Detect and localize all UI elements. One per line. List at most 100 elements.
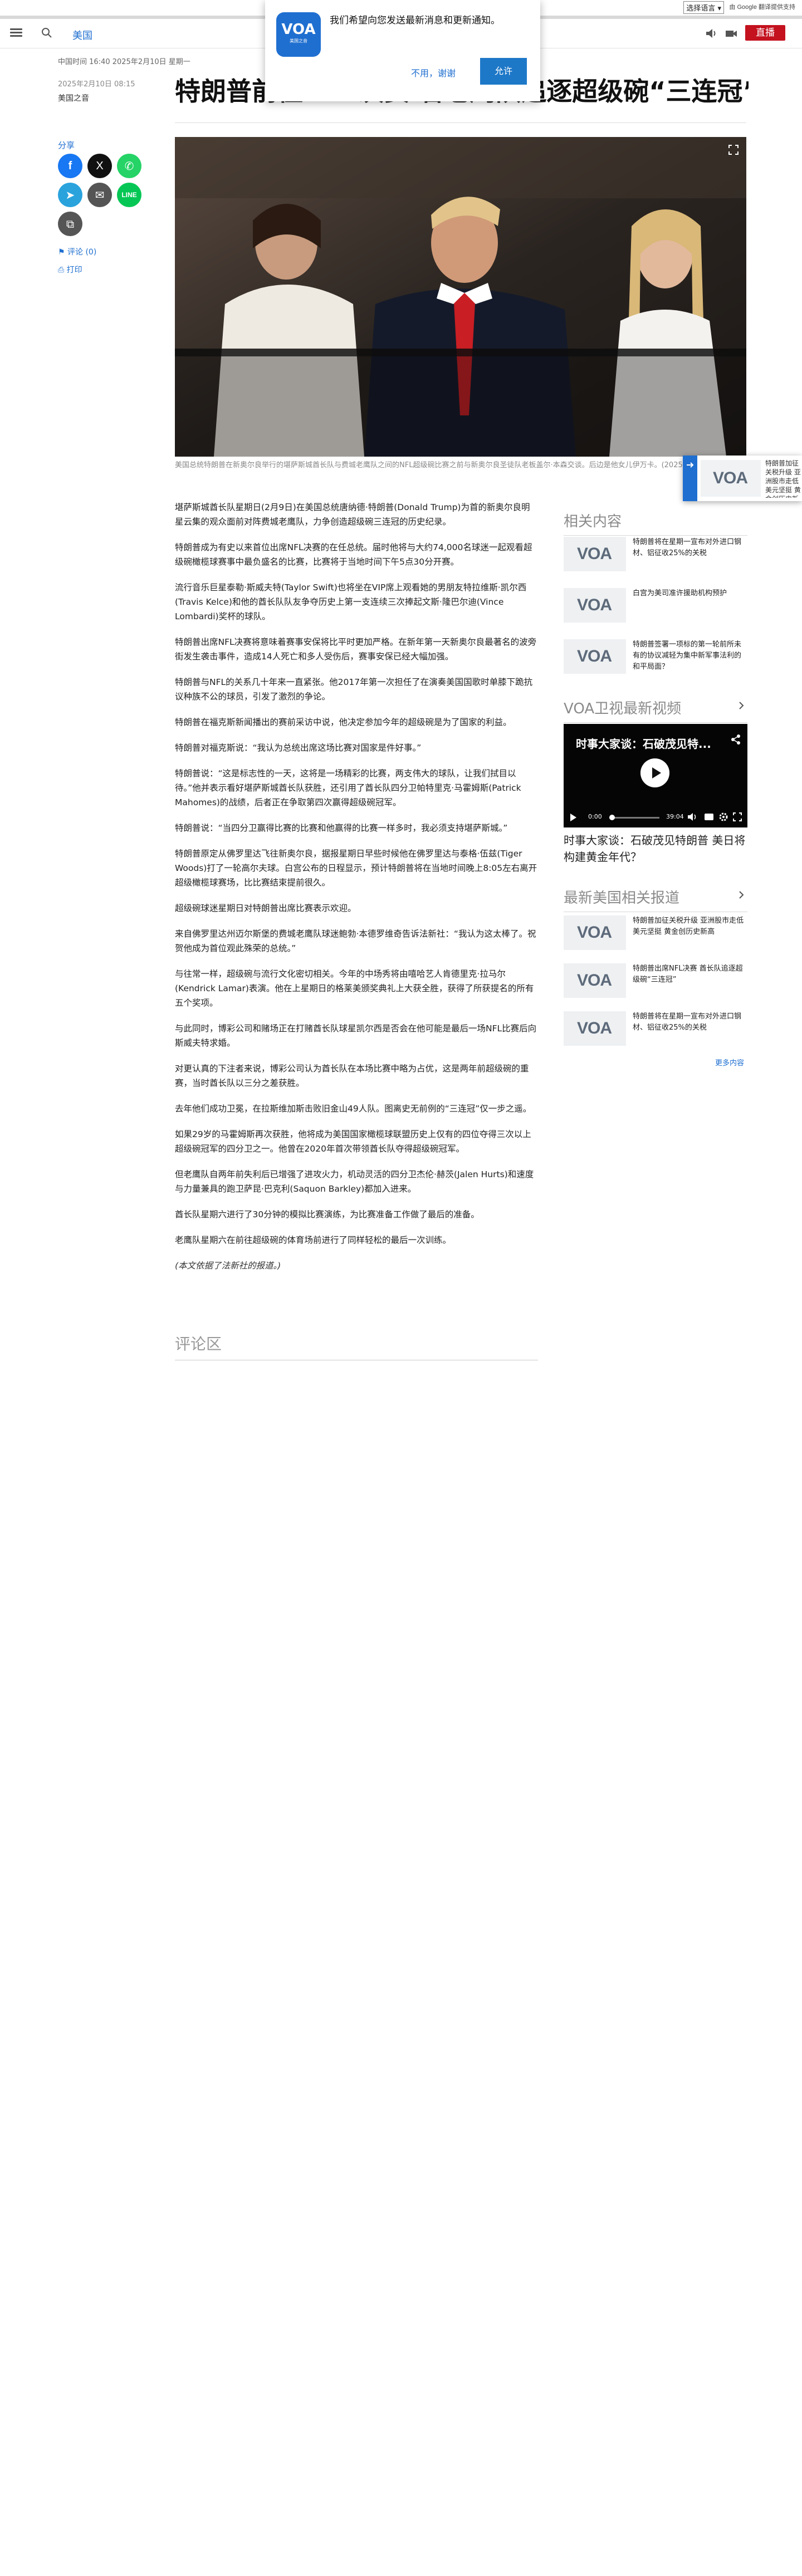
voa-thumbnail: VOA <box>564 639 626 674</box>
latest-item[interactable]: VOA 特朗普将在星期一宣布对外进口钢材、铝征收25%的关税 <box>564 1011 747 1050</box>
video-section: VOA卫视最新视频 <box>564 697 747 723</box>
paragraph: 特朗普成为有史以来首位出席NFL决赛的在任总统。届时他将与大约74,000名球迷… <box>175 542 532 567</box>
flyout-text: 特朗普加征关税升级 亚洲股市走低美元坚挺 黄金创历史新高 <box>765 459 801 498</box>
line-icon[interactable]: LINE <box>117 183 141 207</box>
video-player[interactable]: 时事大家谈：石破茂见特... 0:00 39:04 <box>564 724 747 827</box>
paragraph: 酋长队星期六进行了30分钟的模拟比赛演练，为比赛准备工作做了最后的准备。 <box>175 1209 480 1220</box>
voa-logo: VOA <box>577 647 612 665</box>
video-heading[interactable]: VOA卫视最新视频 <box>564 697 747 723</box>
hero-photo <box>175 137 746 457</box>
print-link-label: 打印 <box>66 266 82 275</box>
latest-item[interactable]: VOA 特朗普加征关税升级 亚洲股市走低美元坚挺 黄金创历史新高 <box>564 915 747 954</box>
facebook-icon[interactable]: f <box>58 154 82 178</box>
source-note: (本文依据了法新社的报道。) <box>175 1261 281 1271</box>
paragraph: 堪萨斯城酋长队星期日(2月9日)在美国总统唐纳德·特朗普(Donald Trum… <box>175 502 530 527</box>
comments-heading: 评论区 <box>175 1332 538 1360</box>
chevron-right-icon <box>739 702 744 709</box>
paragraph: 老鹰队星期六在前往超级碗的体育场前进行了同样轻松的最后一次训练。 <box>175 1235 452 1245</box>
paragraph: 来自佛罗里达州迈尔斯堡的费城老鹰队球迷鲍勃·本德罗维奇告诉法新社：“我认为这太棒… <box>175 929 536 953</box>
related-item[interactable]: VOA 白宫为美司准许援助机构预护 <box>564 588 747 627</box>
paragraph: 流行音乐巨星泰勒·斯威夫特(Taylor Swift)也将坐在VIP席上观看她的… <box>175 582 527 621</box>
notification-message: 我们希望向您发送最新消息和更新通知。 <box>330 15 500 26</box>
dateline: 中国时间 16:40 2025年2月10日 星期一 <box>58 58 190 66</box>
latest-heading[interactable]: 最新美国相关报道 <box>564 887 747 912</box>
photo-caption: 美国总统特朗普在新奥尔良举行的堪萨斯城酋长队与费城老鹰队之间的NFL超级碗比赛之… <box>175 461 717 469</box>
voa-logo: VOA <box>577 545 612 563</box>
fullscreen-small-icon[interactable] <box>733 812 742 821</box>
video-duration: 39:04 <box>666 813 684 820</box>
comments-link[interactable]: ⚑ 评论 (0) <box>58 246 96 257</box>
paragraph: 特朗普与NFL的关系几十年来一直紧张。他2017年第一次担任了在演奏美国国歌时单… <box>175 677 533 702</box>
video-progress-bar[interactable] <box>609 815 659 820</box>
paragraph: 对更认真的下注者来说，博彩公司认为酋长队在本场比赛中略为占优，这是两年前超级碗的… <box>175 1064 529 1088</box>
article-author[interactable]: 美国之音 <box>58 92 89 104</box>
voa-thumbnail: VOA <box>564 915 626 950</box>
voa-thumbnail: VOA <box>564 537 626 571</box>
copy-link-icon[interactable]: ⧉ <box>58 212 82 236</box>
telegram-icon[interactable]: ➤ <box>58 183 82 207</box>
gear-icon[interactable] <box>718 812 728 822</box>
hamburger-icon[interactable] <box>10 27 22 39</box>
video-progress-handle[interactable] <box>609 815 615 820</box>
latest-item[interactable]: VOA 特朗普出席NFL决赛 酋长队追逐超级碗“三连冠” <box>564 963 747 1002</box>
comments-link-label: 评论 (0) <box>67 248 97 257</box>
whatsapp-icon[interactable]: ✆ <box>117 154 141 178</box>
related-item-title: 特朗普将在星期一宣布对外进口钢材、铝征收25%的关税 <box>633 538 742 557</box>
latest-section: 最新美国相关报道 <box>564 887 747 912</box>
paragraph: 与此同时，博彩公司和赌场正在打赌酋长队球星凯尔西是否会在他可能是最后一场NFL比… <box>175 1023 537 1048</box>
voa-thumbnail: VOA <box>564 963 626 998</box>
play-icon[interactable] <box>640 758 669 787</box>
paragraph: 特朗普出席NFL决赛将意味着赛事安保将比平时更加严格。在新年第一天新奥尔良最著名… <box>175 637 537 662</box>
voa-thumbnail: VOA <box>701 460 761 497</box>
paragraph: 但老鹰队自两年前失利后已增强了进攻火力，机动灵活的四分卫杰伦·赫茨(Jalen … <box>175 1169 534 1194</box>
video-title[interactable]: 时事大家谈：石破茂见特朗普 美日将构建黄金年代？ <box>564 832 747 865</box>
paragraph: 特朗普在福克斯新闻播出的赛前采访中说，他决定参加今年的超级碗是为了国家的利益。 <box>175 717 512 727</box>
x-twitter-icon[interactable]: X <box>87 154 112 178</box>
voa-logo: VOA <box>577 971 612 990</box>
language-select[interactable]: 选择语言 ▾ <box>683 1 724 14</box>
voa-logo: VOA <box>713 469 748 487</box>
section-link-usa[interactable]: 美国 <box>72 28 92 42</box>
chevron-right-icon <box>739 891 744 899</box>
related-heading: 相关内容 <box>564 510 747 536</box>
print-link[interactable]: ⎙ 打印 <box>58 264 82 275</box>
translate-credit: 由 Google 翻译提供支持 <box>729 4 795 11</box>
related-section: 相关内容 <box>564 510 747 536</box>
flyout-accent-bar <box>683 456 697 501</box>
closed-captions-icon[interactable] <box>704 812 714 821</box>
related-item[interactable]: VOA 特朗普将在星期一宣布对外进口钢材、铝征收25%的关税 <box>564 537 747 576</box>
video-current-time: 0:00 <box>588 813 602 820</box>
search-icon[interactable] <box>40 26 53 40</box>
email-icon[interactable]: ✉ <box>87 183 112 207</box>
share-icon[interactable] <box>731 734 741 745</box>
latest-item-title: 特朗普加征关税升级 亚洲股市走低美元坚挺 黄金创历史新高 <box>633 917 744 936</box>
language-select-label: 选择语言 <box>686 4 716 13</box>
comment-flag-icon: ⚑ <box>58 248 65 257</box>
hero-image <box>175 137 746 457</box>
more-link[interactable]: 更多内容 <box>715 1057 744 1067</box>
fullscreen-icon[interactable] <box>727 144 740 156</box>
related-item[interactable]: VOA 特朗普签署一项标的第一轮前所未有的协议减轻为集中新军事法利的和平局面？ <box>564 639 747 678</box>
voa-logo: VOA <box>577 923 612 942</box>
paragraph: 超级碗球迷星期日对特朗普出席比赛表示欢迎。 <box>175 903 356 913</box>
paragraph: 去年他们成功卫冕，在拉斯维加斯击败旧金山49人队。图离史无前例的“三连冠”仅一步… <box>175 1104 532 1114</box>
live-button[interactable]: 直播 <box>745 25 785 41</box>
breaking-flyout[interactable]: VOA 特朗普加征关税升级 亚洲股市走低美元坚挺 黄金创历史新高 <box>683 456 802 501</box>
related-item-title: 特朗普签署一项标的第一轮前所未有的协议减轻为集中新军事法利的和平局面？ <box>633 640 742 671</box>
play-small-icon[interactable] <box>569 813 577 822</box>
video-icon[interactable] <box>724 27 739 40</box>
speaker-icon[interactable] <box>704 27 718 40</box>
share-label: 分享 <box>58 140 75 150</box>
paragraph: 特朗普原定从佛罗里达飞往新奥尔良，据报星期日早些时候他在佛罗里达与泰格·伍兹(T… <box>175 849 537 888</box>
voa-logo: VOA <box>577 1019 612 1037</box>
latest-heading-label: 最新美国相关报道 <box>564 890 680 907</box>
article-date: 2025年2月10日 08:15 <box>58 80 135 89</box>
video-heading-label: VOA卫视最新视频 <box>564 701 682 717</box>
paragraph: 特朗普对福克斯说：“我认为总统出席这场比赛对国家是件好事。” <box>175 743 422 753</box>
volume-icon[interactable] <box>687 812 697 821</box>
paragraph: 特朗普说：“当四分卫赢得比赛的比赛和他赢得的比赛一样多时，我必须支持堪萨斯城。” <box>175 823 508 833</box>
allow-button[interactable]: 允许 <box>480 58 527 85</box>
decline-button[interactable]: 不用，谢谢 <box>411 66 456 79</box>
article-body: 堪萨斯城酋长队星期日(2月9日)在美国总统唐纳德·特朗普(Donald Trum… <box>175 500 538 1284</box>
paragraph: 与往常一样，超级碗与流行文化密切相关。今年的中场秀将由嘻哈艺人肯德里克·拉马尔(… <box>175 969 534 1008</box>
